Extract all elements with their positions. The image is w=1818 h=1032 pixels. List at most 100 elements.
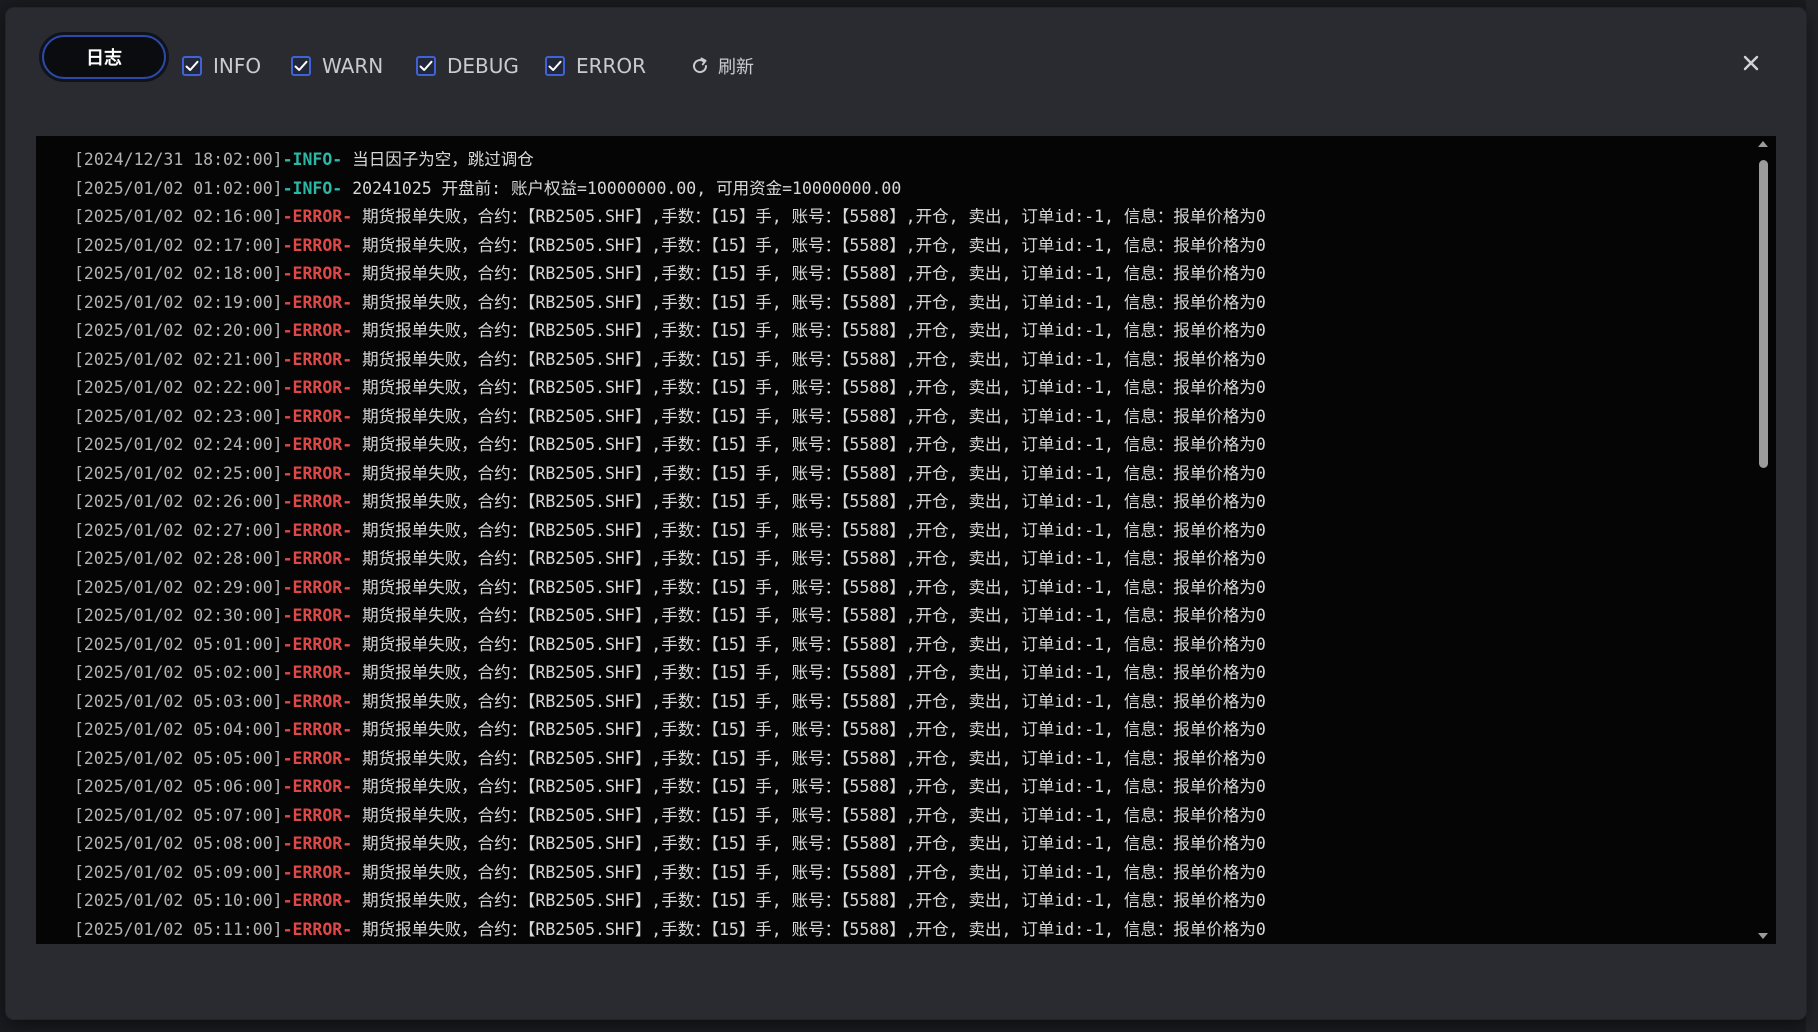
check-icon (419, 60, 433, 71)
log-message: 期货报单失败，合约：【RB2505.SHF】,手数：【15】手, 账号：【558… (362, 777, 1266, 796)
log-line: [2025/01/02 02:25:00]-ERROR- 期货报单失败，合约：【R… (36, 460, 1750, 489)
log-line: [2025/01/02 02:28:00]-ERROR- 期货报单失败，合约：【R… (36, 545, 1750, 574)
log-tab-button[interactable]: 日志 (42, 35, 166, 79)
debug-checkbox[interactable] (416, 56, 436, 76)
log-line: [2025/01/02 05:09:00]-ERROR- 期货报单失败，合约：【R… (36, 859, 1750, 888)
filter-label-warn: WARN (322, 54, 384, 78)
log-message: 期货报单失败，合约：【RB2505.SHF】,手数：【15】手, 账号：【558… (362, 235, 1266, 255)
log-message: 期货报单失败，合约：【RB2505.SHF】,手数：【15】手, 账号：【558… (362, 834, 1266, 853)
log-level: -ERROR- (282, 264, 353, 283)
log-timestamp: [2025/01/02 02:17:00] (74, 235, 283, 255)
log-timestamp: [2025/01/02 05:08:00] (74, 834, 283, 853)
log-timestamp: [2025/01/02 05:06:00] (74, 777, 283, 796)
log-level: -ERROR- (282, 777, 353, 796)
log-line: [2025/01/02 02:23:00]-ERROR- 期货报单失败，合约：【R… (36, 403, 1750, 432)
log-level: -ERROR- (282, 321, 353, 340)
log-line: [2025/01/02 02:21:00]-ERROR- 期货报单失败，合约：【R… (36, 346, 1750, 375)
log-message: 期货报单失败，合约：【RB2505.SHF】,手数：【15】手, 账号：【558… (362, 720, 1266, 739)
log-line: [2025/01/02 05:06:00]-ERROR- 期货报单失败，合约：【R… (36, 773, 1750, 802)
log-timestamp: [2025/01/02 02:21:00] (74, 349, 283, 369)
log-message: 期货报单失败，合约：【RB2505.SHF】,手数：【15】手, 账号：【558… (362, 463, 1266, 483)
log-message: 期货报单失败，合约：【RB2505.SHF】,手数：【15】手, 账号：【558… (362, 292, 1266, 312)
refresh-button[interactable]: 刷新 (690, 52, 754, 80)
log-timestamp: [2025/01/02 05:01:00] (74, 634, 283, 654)
log-message: 期货报单失败，合约：【RB2505.SHF】,手数：【15】手, 账号：【558… (362, 663, 1266, 682)
log-message: 期货报单失败，合约：【RB2505.SHF】,手数：【15】手, 账号：【558… (362, 805, 1266, 825)
log-line: [2025/01/02 05:01:00]-ERROR- 期货报单失败，合约：【R… (36, 631, 1750, 660)
close-button[interactable] (1736, 48, 1766, 78)
log-message: 期货报单失败，合约：【RB2505.SHF】,手数：【15】手, 账号：【558… (362, 520, 1266, 540)
error-checkbox[interactable] (545, 56, 565, 76)
log-scrollbar[interactable] (1750, 136, 1776, 944)
log-message: 期货报单失败，合约：【RB2505.SHF】,手数：【15】手, 账号：【558… (362, 634, 1266, 654)
log-level: -ERROR- (282, 606, 353, 625)
log-line: [2025/01/02 02:27:00]-ERROR- 期货报单失败，合约：【R… (36, 517, 1750, 546)
warn-checkbox[interactable] (291, 56, 311, 76)
log-timestamp: [2025/01/02 02:19:00] (74, 292, 283, 312)
log-timestamp: [2025/01/02 05:11:00] (74, 919, 283, 939)
log-level: -ERROR- (282, 891, 353, 910)
log-message: 期货报单失败，合约：【RB2505.SHF】,手数：【15】手, 账号：【558… (362, 378, 1266, 397)
log-message: 期货报单失败，合约：【RB2505.SHF】,手数：【15】手, 账号：【558… (362, 435, 1266, 454)
log-timestamp: [2025/01/02 02:16:00] (74, 207, 283, 226)
info-checkbox[interactable] (182, 56, 202, 76)
log-message: 当日因子为空，跳过调仓 (352, 150, 534, 169)
log-line: [2025/01/02 02:26:00]-ERROR- 期货报单失败，合约：【R… (36, 488, 1750, 517)
log-timestamp: [2025/01/02 02:18:00] (74, 264, 283, 283)
log-level: -ERROR- (282, 292, 353, 312)
log-message: 期货报单失败，合约：【RB2505.SHF】,手数：【15】手, 账号：【558… (362, 549, 1266, 568)
log-line: [2025/01/02 02:29:00]-ERROR- 期货报单失败，合约：【R… (36, 574, 1750, 603)
log-message: 期货报单失败，合约：【RB2505.SHF】,手数：【15】手, 账号：【558… (362, 577, 1266, 597)
log-line: [2025/01/02 02:18:00]-ERROR- 期货报单失败，合约：【R… (36, 260, 1750, 289)
log-level: -INFO- (282, 150, 343, 169)
log-level: -INFO- (282, 178, 343, 198)
log-timestamp: [2025/01/02 05:09:00] (74, 862, 283, 882)
log-level: -ERROR- (282, 834, 353, 853)
log-timestamp: [2025/01/02 05:02:00] (74, 663, 283, 682)
log-level: -ERROR- (282, 435, 353, 454)
log-line: [2025/01/02 02:16:00]-ERROR- 期货报单失败，合约：【R… (36, 203, 1750, 232)
log-dialog: 日志 INFO WARN DEBUG ERROR 刷新 [2024/12/31 … (6, 8, 1806, 1019)
log-timestamp: [2024/12/31 18:02:00] (74, 150, 283, 169)
log-level: -ERROR- (282, 406, 353, 426)
log-message: 期货报单失败，合约：【RB2505.SHF】,手数：【15】手, 账号：【558… (362, 862, 1266, 882)
log-message: 期货报单失败，合约：【RB2505.SHF】,手数：【15】手, 账号：【558… (362, 606, 1266, 625)
log-level: -ERROR- (282, 349, 353, 369)
log-level: -ERROR- (282, 492, 353, 511)
log-level: -ERROR- (282, 748, 353, 768)
log-timestamp: [2025/01/02 05:10:00] (74, 891, 283, 910)
filter-info[interactable]: INFO (182, 52, 261, 80)
log-level: -ERROR- (282, 634, 353, 654)
filter-label-info: INFO (213, 54, 262, 78)
log-line: [2025/01/02 05:02:00]-ERROR- 期货报单失败，合约：【R… (36, 659, 1750, 688)
log-timestamp: [2025/01/02 05:03:00] (74, 691, 283, 711)
log-line: [2025/01/02 02:30:00]-ERROR- 期货报单失败，合约：【R… (36, 602, 1750, 631)
filter-debug[interactable]: DEBUG (416, 52, 519, 80)
log-level: -ERROR- (282, 235, 353, 255)
scroll-up-arrow-icon[interactable] (1756, 138, 1770, 150)
log-message: 期货报单失败，合约：【RB2505.SHF】,手数：【15】手, 账号：【558… (362, 891, 1266, 910)
scroll-thumb[interactable] (1759, 160, 1768, 468)
log-output-panel[interactable]: [2024/12/31 18:02:00]-INFO- 当日因子为空，跳过调仓 [2… (36, 136, 1776, 944)
log-line: [2025/01/02 05:10:00]-ERROR- 期货报单失败，合约：【R… (36, 887, 1750, 916)
log-timestamp: [2025/01/02 02:29:00] (74, 577, 283, 597)
log-line: [2024/12/31 18:02:00]-INFO- 当日因子为空，跳过调仓 (36, 146, 1750, 175)
log-timestamp: [2025/01/02 02:23:00] (74, 406, 283, 426)
check-icon (548, 60, 562, 71)
log-line: [2025/01/02 05:07:00]-ERROR- 期货报单失败，合约：【R… (36, 802, 1750, 831)
log-message: 期货报单失败，合约：【RB2505.SHF】,手数：【15】手, 账号：【558… (362, 406, 1266, 426)
filter-label-debug: DEBUG (447, 54, 519, 78)
log-line: [2025/01/02 02:19:00]-ERROR- 期货报单失败，合约：【R… (36, 289, 1750, 318)
log-line: [2025/01/02 02:17:00]-ERROR- 期货报单失败，合约：【R… (36, 232, 1750, 261)
log-level: -ERROR- (282, 663, 353, 682)
filter-error[interactable]: ERROR (545, 52, 646, 80)
log-line: [2025/01/02 02:22:00]-ERROR- 期货报单失败，合约：【R… (36, 374, 1750, 403)
log-line: [2025/01/02 05:05:00]-ERROR- 期货报单失败，合约：【R… (36, 745, 1750, 774)
filter-warn[interactable]: WARN (291, 52, 383, 80)
log-level: -ERROR- (282, 207, 353, 226)
log-timestamp: [2025/01/02 02:25:00] (74, 463, 283, 483)
scroll-down-arrow-icon[interactable] (1756, 930, 1770, 942)
log-level: -ERROR- (282, 919, 353, 939)
log-line: [2025/01/02 01:02:00]-INFO- 20241025 开盘前:… (36, 175, 1750, 204)
log-message: 期货报单失败，合约：【RB2505.SHF】,手数：【15】手, 账号：【558… (362, 748, 1266, 768)
